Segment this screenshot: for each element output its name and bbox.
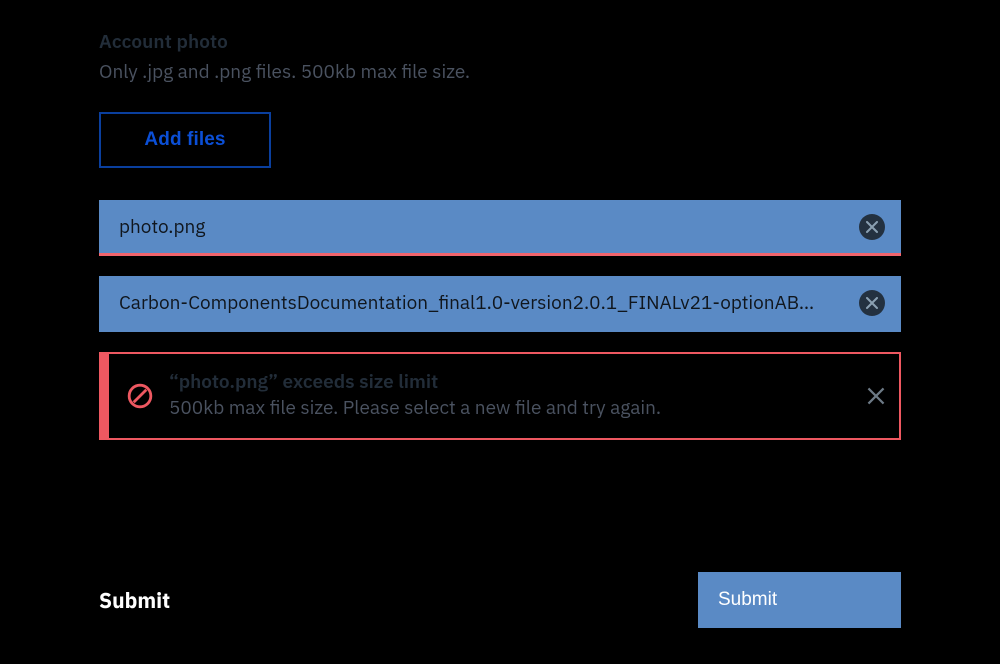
- remove-file-button[interactable]: [859, 290, 885, 316]
- close-icon: [867, 387, 885, 405]
- close-icon: [866, 221, 878, 233]
- submit-label: Submit: [99, 586, 170, 614]
- error-message: “photo.png” exceeds size limit 500kb max…: [169, 370, 865, 421]
- file-uploader-page: Account photo Only .jpg and .png files. …: [0, 0, 1000, 664]
- error-subtitle: 500kb max file size. Please select a new…: [169, 396, 853, 422]
- dismiss-notification-button[interactable]: [865, 385, 887, 407]
- file-list: photo.png Carbon-ComponentsDocumentation…: [99, 200, 901, 440]
- file-row: photo.png: [99, 200, 901, 256]
- uploader-title: Account photo: [99, 30, 901, 54]
- close-icon: [866, 297, 878, 309]
- file-name: photo.png: [119, 215, 859, 239]
- footer: Submit Submit: [0, 572, 1000, 628]
- error-stripe: [101, 354, 109, 438]
- submit-button[interactable]: Submit: [698, 572, 901, 628]
- uploader-hint: Only .jpg and .png files. 500kb max file…: [99, 60, 901, 84]
- add-files-button[interactable]: Add files: [99, 112, 271, 168]
- remove-file-button[interactable]: [859, 214, 885, 240]
- error-icon: [127, 383, 153, 409]
- file-name: Carbon-ComponentsDocumentation_final1.0-…: [119, 291, 859, 315]
- error-title: “photo.png” exceeds size limit: [169, 370, 853, 396]
- error-notification: “photo.png” exceeds size limit 500kb max…: [99, 352, 901, 440]
- file-row: Carbon-ComponentsDocumentation_final1.0-…: [99, 276, 901, 332]
